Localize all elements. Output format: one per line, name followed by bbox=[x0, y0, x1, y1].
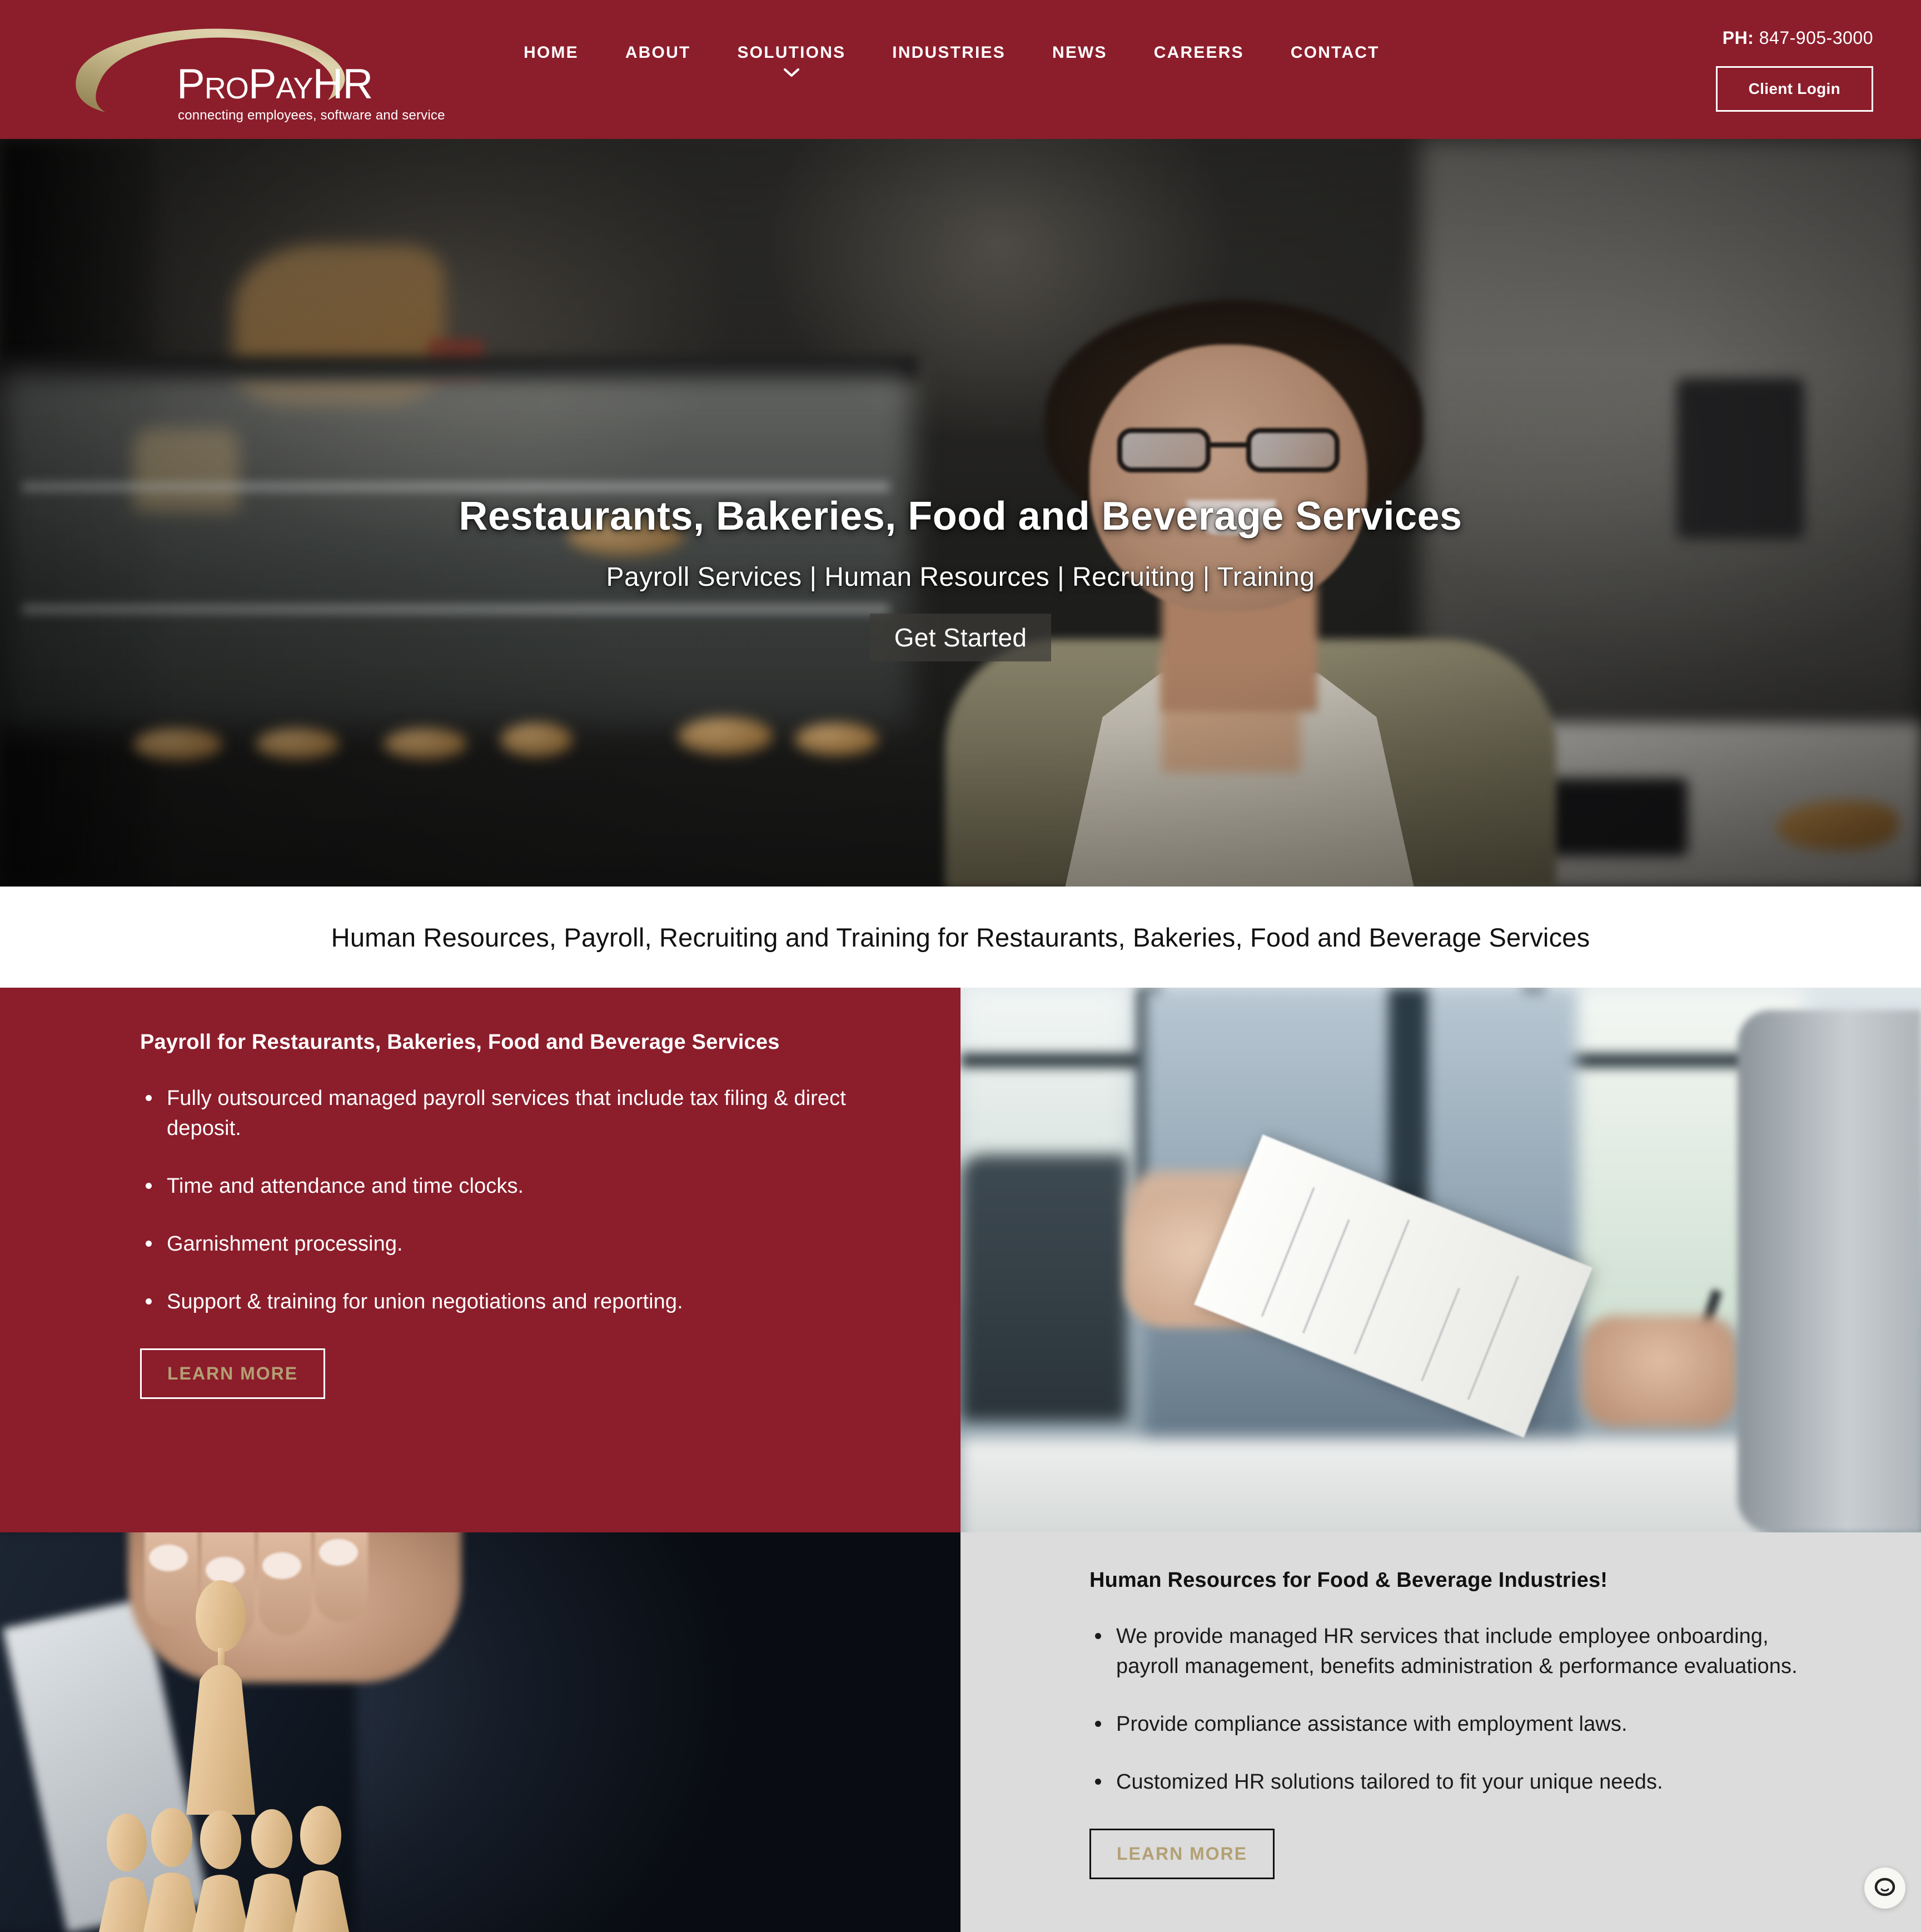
payroll-check-photo bbox=[960, 988, 1921, 1532]
nav-item-about[interactable]: ABOUT bbox=[602, 43, 714, 62]
hr-bullet-list: We provide managed HR services that incl… bbox=[1089, 1622, 1821, 1797]
site-header: PROPAYHR connecting employees, software … bbox=[0, 0, 1921, 139]
nav-item-home[interactable]: HOME bbox=[500, 43, 602, 62]
payroll-bullet-list: Fully outsourced managed payroll service… bbox=[140, 1084, 894, 1317]
phone-label: PH: bbox=[1723, 28, 1754, 48]
phone-value: 847-905-3000 bbox=[1759, 28, 1873, 48]
site-logo[interactable]: PROPAYHR connecting employees, software … bbox=[67, 23, 389, 118]
phone-number[interactable]: PH: 847-905-3000 bbox=[1716, 28, 1873, 48]
hero-title: Restaurants, Bakeries, Food and Beverage… bbox=[0, 495, 1921, 539]
list-item: We provide managed HR services that incl… bbox=[1089, 1622, 1821, 1682]
payroll-row: Payroll for Restaurants, Bakeries, Food … bbox=[0, 988, 1921, 1532]
header-contact-block: PH: 847-905-3000 Client Login bbox=[1716, 28, 1873, 112]
hr-panel: Human Resources for Food & Beverage Indu… bbox=[960, 1532, 1921, 1932]
hero-content: Restaurants, Bakeries, Food and Beverage… bbox=[0, 495, 1921, 661]
hr-panel-title: Human Resources for Food & Beverage Indu… bbox=[1089, 1567, 1821, 1594]
list-item: Support & training for union negotiation… bbox=[140, 1287, 894, 1317]
chat-widget-button[interactable] bbox=[1864, 1868, 1905, 1909]
nav-item-industries[interactable]: INDUSTRIES bbox=[869, 43, 1029, 62]
logo-tagline: connecting employees, software and servi… bbox=[178, 108, 445, 123]
logo-wordmark: PROPAYHR bbox=[177, 63, 372, 106]
hr-wooden-figures-photo bbox=[0, 1532, 960, 1932]
nav-item-news[interactable]: NEWS bbox=[1029, 43, 1131, 62]
list-item: Customized HR solutions tailored to fit … bbox=[1089, 1767, 1821, 1797]
payroll-learn-more-button[interactable]: LEARN MORE bbox=[140, 1348, 325, 1399]
list-item: Garnishment processing. bbox=[140, 1229, 894, 1259]
nav-item-careers[interactable]: CAREERS bbox=[1131, 43, 1267, 62]
nav-item-solutions[interactable]: SOLUTIONS bbox=[714, 43, 869, 62]
payroll-panel-title: Payroll for Restaurants, Bakeries, Food … bbox=[140, 1029, 894, 1056]
client-login-button[interactable]: Client Login bbox=[1716, 66, 1873, 112]
payroll-panel: Payroll for Restaurants, Bakeries, Food … bbox=[0, 988, 960, 1532]
chevron-down-icon[interactable] bbox=[714, 66, 869, 80]
hr-learn-more-button[interactable]: LEARN MORE bbox=[1089, 1829, 1275, 1879]
list-item: Fully outsourced managed payroll service… bbox=[140, 1084, 894, 1144]
list-item: Provide compliance assistance with emplo… bbox=[1089, 1710, 1821, 1740]
intro-band: Human Resources, Payroll, Recruiting and… bbox=[0, 887, 1921, 988]
intro-heading: Human Resources, Payroll, Recruiting and… bbox=[331, 922, 1590, 953]
chat-bubble-icon bbox=[1873, 1876, 1897, 1900]
hero-subtitle: Payroll Services | Human Resources | Rec… bbox=[0, 562, 1921, 592]
list-item: Time and attendance and time clocks. bbox=[140, 1172, 894, 1202]
main-navigation: HOME ABOUT SOLUTIONS INDUSTRIES NEWS CAR… bbox=[500, 43, 1403, 62]
hr-row: Human Resources for Food & Beverage Indu… bbox=[0, 1532, 1921, 1932]
nav-item-contact[interactable]: CONTACT bbox=[1267, 43, 1403, 62]
hero-section: Restaurants, Bakeries, Food and Beverage… bbox=[0, 139, 1921, 887]
get-started-button[interactable]: Get Started bbox=[870, 614, 1052, 661]
